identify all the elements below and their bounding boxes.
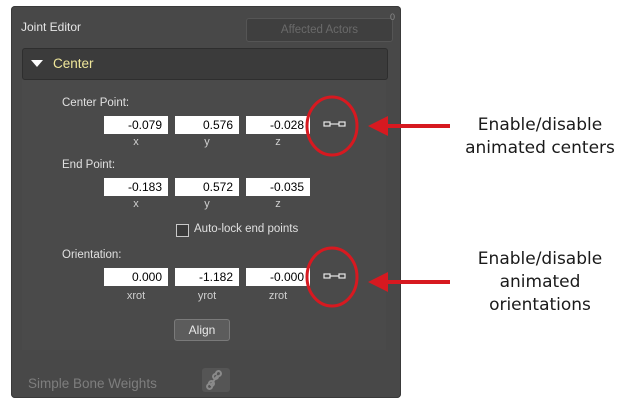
centers-annotation: Enable/disable animated centers: [455, 114, 625, 160]
orientations-annotation: Enable/disable animated orientations: [455, 248, 625, 317]
centers-annotation-line2: animated centers: [465, 138, 615, 158]
center-arrow: [368, 116, 450, 136]
center-anim-highlight-circle: [305, 95, 359, 157]
annotation-overlay: [305, 95, 450, 308]
orientation-anim-highlight-circle: [305, 246, 359, 308]
orientations-annotation-line2: animated: [499, 272, 581, 292]
centers-annotation-line1: Enable/disable: [477, 115, 603, 135]
orientations-annotation-line3: orientations: [489, 295, 591, 315]
orientation-arrow: [368, 272, 450, 292]
orientations-annotation-line1: Enable/disable: [477, 249, 603, 269]
